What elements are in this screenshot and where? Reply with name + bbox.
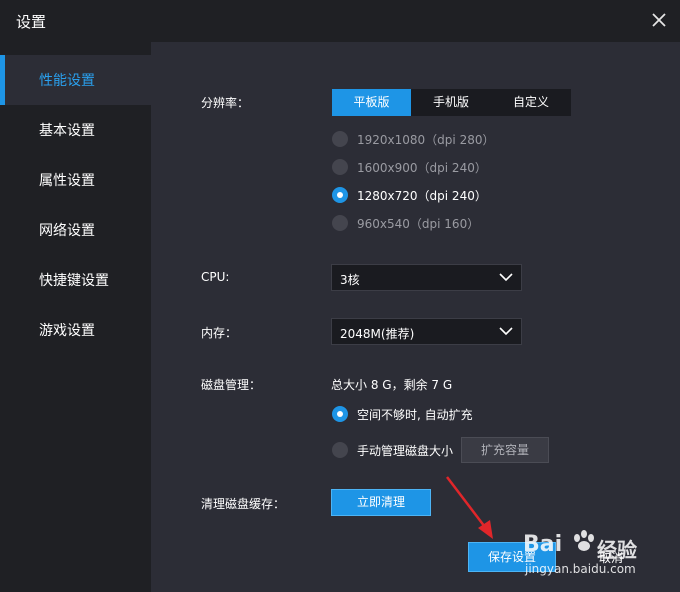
resolution-option-label: 1280x720（dpi 240） [357,189,487,203]
memory-select[interactable]: 2048M(推荐) [331,318,522,345]
chevron-down-icon [499,273,513,282]
disk-label: 磁盘管理： [201,378,262,392]
expand-capacity-button[interactable]: 扩充容量 [461,437,549,463]
clean-now-button[interactable]: 立即清理 [331,489,431,516]
sidebar-item-label: 网络设置 [39,223,95,239]
radio-button-selected[interactable] [332,406,348,422]
memory-value: 2048M(推荐) [340,327,415,341]
cpu-label: CPU: [201,270,230,284]
cpu-value: 3核 [340,273,360,287]
watermark-url: jingyan.baidu.com [525,562,636,576]
resolution-tabs: 平板版 手机版 自定义 [332,89,571,116]
settings-panel: 分辨率： 平板版 手机版 自定义 1920x1080（dpi 280） 1600… [151,42,680,592]
tab-custom[interactable]: 自定义 [491,89,571,116]
baidu-watermark: Bai 经验 jingyan.baidu.com [523,522,673,582]
sidebar: 性能设置 基本设置 属性设置 网络设置 快捷键设置 游戏设置 [0,42,151,592]
resolution-option-label: 960x540（dpi 160） [357,217,480,231]
disk-auto-label: 空间不够时, 自动扩充 [357,408,473,422]
tab-phone[interactable]: 手机版 [411,89,491,116]
radio-button[interactable] [332,215,348,231]
sidebar-item-game[interactable]: 游戏设置 [0,305,151,355]
sidebar-item-label: 性能设置 [39,73,95,89]
sidebar-item-basic[interactable]: 基本设置 [0,105,151,155]
cpu-select[interactable]: 3核 [331,264,522,291]
resolution-option-label: 1920x1080（dpi 280） [357,133,495,147]
close-icon[interactable] [648,9,670,31]
chevron-down-icon [499,327,513,336]
radio-button[interactable] [332,131,348,147]
sidebar-item-network[interactable]: 网络设置 [0,205,151,255]
sidebar-item-label: 基本设置 [39,123,95,139]
sidebar-item-label: 快捷键设置 [39,273,109,289]
resolution-label: 分辨率： [201,96,250,110]
sidebar-item-properties[interactable]: 属性设置 [0,155,151,205]
watermark-brand-2: 经验 [597,538,637,562]
disk-info: 总大小 8 G，剩余 7 G [331,378,453,392]
sidebar-item-performance[interactable]: 性能设置 [0,55,151,105]
title-bar: 设置 [0,0,680,42]
sidebar-item-shortcuts[interactable]: 快捷键设置 [0,255,151,305]
watermark-brand: Bai [523,532,563,557]
sidebar-item-label: 属性设置 [39,173,95,189]
disk-manual-label: 手动管理磁盘大小 [357,444,454,458]
tab-tablet[interactable]: 平板版 [332,89,411,116]
radio-button[interactable] [332,159,348,175]
cache-label: 清理磁盘缓存： [201,497,286,511]
radio-button-selected[interactable] [332,187,348,203]
memory-label: 内存： [201,326,238,340]
window-title: 设置 [16,13,47,31]
sidebar-item-label: 游戏设置 [39,323,95,339]
radio-button[interactable] [332,442,348,458]
resolution-option-label: 1600x900（dpi 240） [357,161,487,175]
